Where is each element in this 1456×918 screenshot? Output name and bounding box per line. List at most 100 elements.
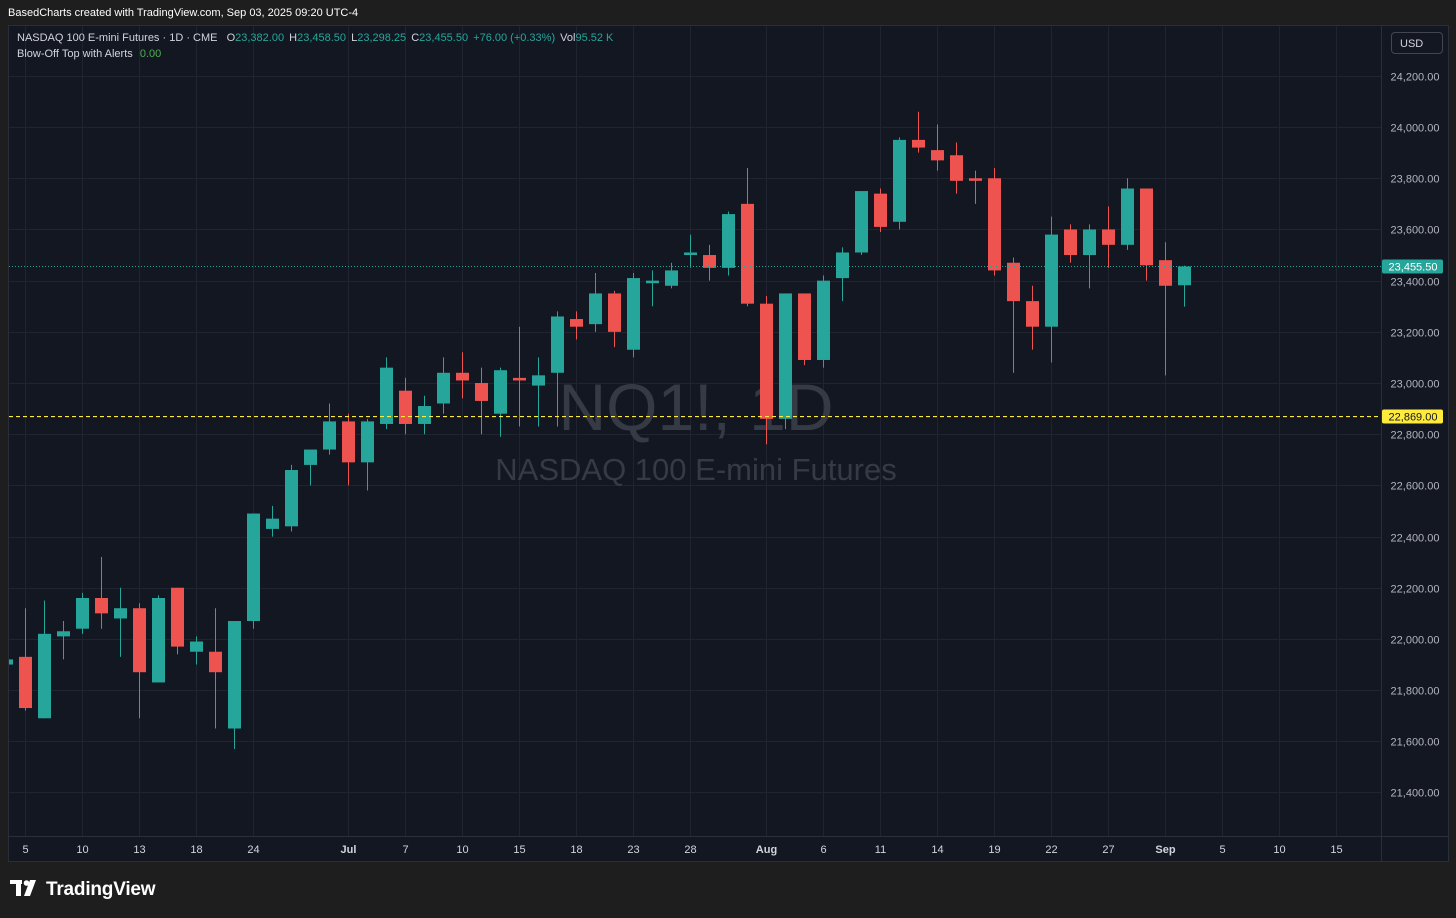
candle-body	[836, 252, 849, 279]
time-tick-label: Jul	[341, 844, 357, 856]
candle[interactable]	[171, 587, 184, 655]
close-label: C	[411, 32, 420, 44]
candle-body	[475, 383, 488, 401]
indicator-legend[interactable]: Blow-Off Top with Alerts 0.00	[17, 48, 161, 60]
candle-body	[1064, 229, 1077, 256]
candle-body	[1083, 229, 1096, 256]
time-tick-label: 10	[456, 844, 468, 856]
symbol-legend[interactable]: NASDAQ 100 E-mini Futures · 1D · CME O23…	[17, 32, 613, 44]
price-tick-label: 22,400.00	[1391, 533, 1440, 545]
candle-body	[1159, 260, 1172, 286]
candle[interactable]	[285, 464, 298, 532]
candle[interactable]	[1121, 178, 1134, 250]
price-tick-label: 22,800.00	[1391, 430, 1440, 442]
close-value: 23,455.50	[419, 32, 469, 44]
price-tick-label: 23,000.00	[1391, 379, 1440, 391]
candle[interactable]	[722, 211, 735, 276]
candle-body	[1007, 262, 1020, 302]
candle-body	[570, 319, 583, 327]
open-value: 23,382.00	[235, 32, 285, 44]
candle-body	[342, 421, 355, 463]
candle-body	[741, 203, 754, 304]
candle-body	[551, 316, 564, 373]
low-value: 23,298.25	[357, 32, 407, 44]
price-tick-label: 23,400.00	[1391, 277, 1440, 289]
candle-body	[247, 513, 260, 622]
candle-body	[95, 597, 108, 614]
candle-body	[893, 139, 906, 222]
price-tick-label: 23,200.00	[1391, 328, 1440, 340]
candle[interactable]	[893, 137, 906, 230]
time-tick-label: 18	[570, 844, 582, 856]
price-tick-label: 24,000.00	[1391, 123, 1440, 135]
watermark-name: NASDAQ 100 E-mini Futures	[495, 452, 896, 487]
candle-body	[133, 608, 146, 673]
candle-body	[1026, 301, 1039, 327]
candle-body	[931, 150, 944, 161]
time-tick-label: 10	[76, 844, 88, 856]
candle-body	[209, 651, 222, 673]
candle-body	[1121, 188, 1134, 245]
candle-body	[513, 377, 526, 381]
time-tick-label: 5	[22, 844, 28, 856]
high-label: H	[289, 32, 298, 44]
tradingview-brand[interactable]: TradingView	[10, 876, 156, 904]
candle-body	[627, 278, 640, 350]
candle-body	[437, 372, 450, 404]
candle-body	[285, 470, 298, 527]
candle-body	[1045, 234, 1058, 327]
candle[interactable]	[855, 191, 868, 256]
currency-button[interactable]: USD	[1391, 32, 1443, 54]
symbol-name[interactable]: NASDAQ 100 E-mini Futures · 1D · CME	[17, 32, 218, 44]
chart-caption: BasedCharts created with TradingView.com…	[8, 7, 359, 19]
candle-body	[779, 293, 792, 419]
price-tick-label: 21,800.00	[1391, 686, 1440, 698]
candle-body	[950, 155, 963, 181]
candle[interactable]	[988, 168, 1001, 276]
candle[interactable]	[798, 293, 811, 366]
candle-body	[646, 280, 659, 284]
candle-body	[817, 280, 830, 360]
time-tick-label: 11	[875, 844, 886, 856]
chart-frame[interactable]: NQ1!, 1D NASDAQ 100 E-mini Futures 23,45…	[8, 25, 1449, 862]
price-tick-label: 22,200.00	[1391, 584, 1440, 596]
candle-body	[912, 139, 925, 148]
candle[interactable]	[247, 513, 260, 629]
candle-body	[760, 303, 773, 419]
alert-label: 22,869.00	[1389, 412, 1438, 424]
time-tick-label: 23	[627, 844, 639, 856]
price-chart[interactable]: NQ1!, 1D NASDAQ 100 E-mini Futures 23,45…	[9, 26, 1448, 861]
brand-name: TradingView	[46, 879, 156, 900]
candle[interactable]	[76, 592, 89, 634]
time-tick-label: 7	[402, 844, 408, 856]
time-tick-label: 6	[820, 844, 826, 856]
candle[interactable]	[152, 595, 165, 683]
candle[interactable]	[817, 275, 830, 368]
indicator-name[interactable]: Blow-Off Top with Alerts	[17, 48, 133, 60]
candle-body	[57, 631, 70, 637]
candle-body	[380, 367, 393, 424]
candle[interactable]	[627, 272, 640, 358]
volume-label: Vol	[560, 32, 576, 44]
time-tick-label: 13	[133, 844, 145, 856]
candle-body	[38, 633, 51, 719]
candle-body	[855, 191, 868, 253]
candle[interactable]	[874, 188, 887, 233]
candle-body	[171, 587, 184, 647]
candle[interactable]	[380, 357, 393, 430]
candle-body	[988, 178, 1001, 271]
candle-body	[1102, 229, 1115, 245]
candle[interactable]	[779, 293, 792, 430]
tradingview-logo-icon	[10, 879, 40, 901]
time-tick-label: Sep	[1155, 844, 1175, 856]
candle-body	[532, 375, 545, 386]
candle-body	[19, 656, 32, 709]
time-tick-label: 14	[931, 844, 943, 856]
candle-body	[969, 178, 982, 181]
time-tick-label: 24	[247, 844, 259, 856]
price-tick-label: 24,200.00	[1391, 72, 1440, 84]
time-tick-label: 27	[1102, 844, 1114, 856]
watermark-ticker: NQ1!, 1D	[558, 370, 833, 444]
candle-body	[304, 449, 317, 465]
price-tick-label: 21,600.00	[1391, 737, 1440, 749]
